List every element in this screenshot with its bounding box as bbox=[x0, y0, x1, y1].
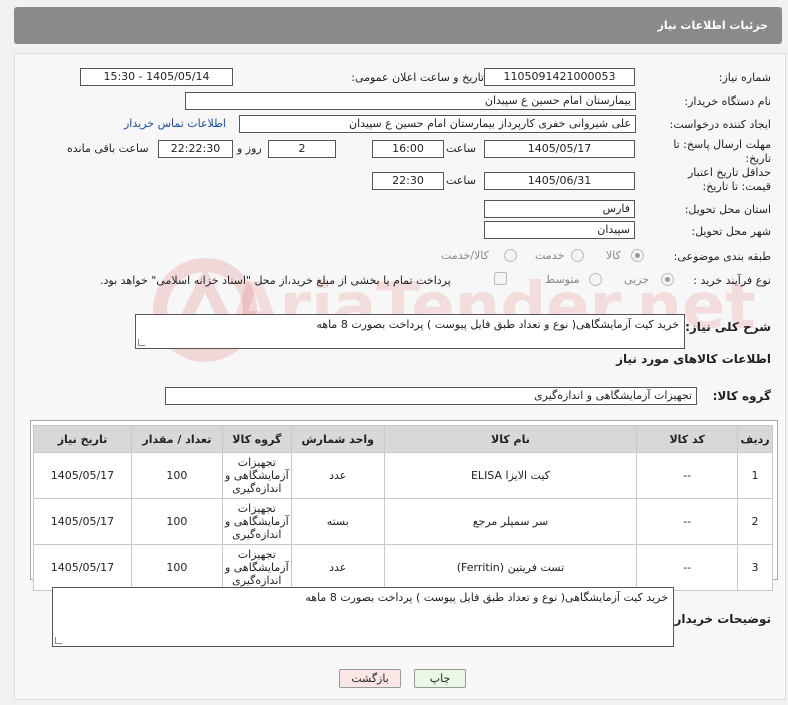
buyer-org-label: نام دستگاه خریدار: bbox=[684, 95, 771, 108]
col-name: نام کالا bbox=[383, 425, 638, 453]
cell-name: کیت الایزا ELISA bbox=[383, 452, 638, 499]
cell-name: سر سمپلر مرجع bbox=[383, 498, 638, 545]
creator-label: ایجاد کننده درخواست: bbox=[669, 118, 771, 131]
process-medium-radio[interactable] bbox=[589, 273, 602, 286]
buyer-notes-textarea[interactable]: خرید کیت آزمایشگاهی( نوع و تعداد طبق فای… bbox=[52, 587, 674, 647]
need-number-field: 1105091421000053 bbox=[484, 68, 635, 86]
col-unit: واحد شمارش bbox=[290, 425, 385, 453]
category-both-radio[interactable] bbox=[504, 249, 517, 262]
goods-group-label: گروه کالا: bbox=[712, 389, 771, 403]
goods-group-field: تجهیزات آزمایشگاهی و اندازه‌گیری bbox=[165, 387, 697, 405]
table-header-row: ردیف کد کالا نام کالا واحد شمارش گروه کا… bbox=[33, 425, 773, 453]
items-table: ردیف کد کالا نام کالا واحد شمارش گروه کا… bbox=[33, 425, 773, 591]
summary-label: شرح کلی نیاز: bbox=[685, 320, 771, 334]
validity-date-field: 1405/06/31 bbox=[484, 172, 635, 190]
cell-row: 3 bbox=[737, 544, 773, 591]
days-field: 2 bbox=[268, 140, 336, 158]
buyer-notes-label: توضیحات خریدار: bbox=[669, 612, 771, 626]
cell-group: تجهیزات آزمایشگاهی و اندازه‌گیری bbox=[221, 544, 292, 591]
cell-unit: عدد bbox=[290, 452, 385, 499]
page-title: جزئیات اطلاعات نیاز bbox=[657, 19, 769, 32]
province-label: استان محل تحویل: bbox=[684, 203, 771, 216]
buyer-contact-link[interactable]: اطلاعات تماس خریدار bbox=[124, 117, 226, 130]
cell-code: -- bbox=[636, 544, 739, 591]
col-qty: تعداد / مقدار bbox=[130, 425, 223, 453]
deadline-time-field: 16:00 bbox=[372, 140, 444, 158]
cell-qty: 100 bbox=[130, 452, 223, 499]
cell-row: 1 bbox=[737, 452, 773, 499]
col-date: تاریخ نیاز bbox=[33, 425, 132, 453]
creator-field: علی شیروانی خفری کارپرداز بیمارستان امام… bbox=[239, 115, 636, 133]
announce-field: 1405/05/14 - 15:30 bbox=[80, 68, 233, 86]
cell-unit: عدد bbox=[290, 544, 385, 591]
cell-date: 1405/05/17 bbox=[33, 544, 132, 591]
cell-group: تجهیزات آزمایشگاهی و اندازه‌گیری bbox=[221, 452, 292, 499]
category-both-label: کالا/خدمت bbox=[441, 249, 489, 262]
category-service-radio[interactable] bbox=[571, 249, 584, 262]
cell-unit: بسته bbox=[290, 498, 385, 545]
deadline-label: مهلت ارسال پاسخ: تا تاریخ: bbox=[673, 138, 771, 165]
cell-row: 2 bbox=[737, 498, 773, 545]
deadline-time-label: ساعت bbox=[446, 142, 476, 155]
category-goods-label: کالا bbox=[606, 249, 621, 262]
announce-label: تاریخ و ساعت اعلان عمومی: bbox=[351, 71, 484, 84]
treasury-checkbox[interactable] bbox=[494, 272, 507, 285]
process-minor-radio[interactable] bbox=[661, 273, 674, 286]
category-label: طبقه بندی موضوعی: bbox=[673, 250, 771, 263]
buyer-notes-text: خرید کیت آزمایشگاهی( نوع و تعداد طبق فای… bbox=[305, 591, 668, 604]
cell-date: 1405/05/17 bbox=[33, 452, 132, 499]
page-header: جزئیات اطلاعات نیاز bbox=[14, 7, 782, 44]
remaining-label: ساعت باقی مانده bbox=[67, 142, 149, 155]
process-label: نوع فرآیند خرید : bbox=[693, 274, 771, 287]
back-button[interactable]: بازگشت bbox=[339, 669, 401, 688]
process-medium-label: متوسط bbox=[545, 273, 580, 286]
treasury-note: پرداخت تمام یا بخشی از مبلغ خرید،از محل … bbox=[100, 274, 451, 287]
cell-name: تست فریتین (Ferritin) bbox=[383, 544, 638, 591]
cell-group: تجهیزات آزمایشگاهی و اندازه‌گیری bbox=[221, 498, 292, 545]
cell-qty: 100 bbox=[130, 544, 223, 591]
summary-text: خرید کیت آزمایشگاهی( نوع و تعداد طبق فای… bbox=[316, 318, 679, 331]
cell-code: -- bbox=[636, 452, 739, 499]
col-group: گروه کالا bbox=[221, 425, 292, 453]
category-goods-radio[interactable] bbox=[631, 249, 644, 262]
table-row: 2 -- سر سمپلر مرجع بسته تجهیزات آزمایشگا… bbox=[33, 498, 773, 545]
summary-textarea[interactable]: خرید کیت آزمایشگاهی( نوع و تعداد طبق فای… bbox=[135, 314, 685, 349]
remaining-time-field: 22:22:30 bbox=[158, 140, 233, 158]
cell-date: 1405/05/17 bbox=[33, 498, 132, 545]
city-label: شهر محل تحویل: bbox=[691, 225, 771, 238]
validity-time-field: 22:30 bbox=[372, 172, 444, 190]
cell-qty: 100 bbox=[130, 498, 223, 545]
validity-time-label: ساعت bbox=[446, 174, 476, 187]
province-field: فارس bbox=[484, 200, 635, 218]
table-row: 3 -- تست فریتین (Ferritin) عدد تجهیزات آ… bbox=[33, 544, 773, 591]
city-field: سپیدان bbox=[484, 221, 635, 239]
process-minor-label: جزیی bbox=[624, 273, 650, 286]
category-service-label: خدمت bbox=[535, 249, 565, 262]
cell-code: -- bbox=[636, 498, 739, 545]
print-button[interactable]: چاپ bbox=[414, 669, 466, 688]
buyer-org-field: بیمارستان امام حسین ع سپیدان bbox=[185, 92, 636, 110]
col-row: ردیف bbox=[737, 425, 773, 453]
goods-section-title: اطلاعات کالاهای مورد نیاز bbox=[616, 352, 771, 366]
validity-label: حداقل تاریخ اعتبار قیمت: تا تاریخ: bbox=[687, 166, 771, 193]
table-row: 1 -- کیت الایزا ELISA عدد تجهیزات آزمایش… bbox=[33, 452, 773, 499]
resize-grip[interactable] bbox=[138, 339, 145, 346]
deadline-date-field: 1405/05/17 bbox=[484, 140, 635, 158]
resize-grip[interactable] bbox=[55, 637, 62, 644]
need-number-label: شماره نیاز: bbox=[718, 71, 771, 84]
col-code: کد کالا bbox=[636, 425, 739, 453]
days-label: روز و bbox=[237, 142, 262, 155]
